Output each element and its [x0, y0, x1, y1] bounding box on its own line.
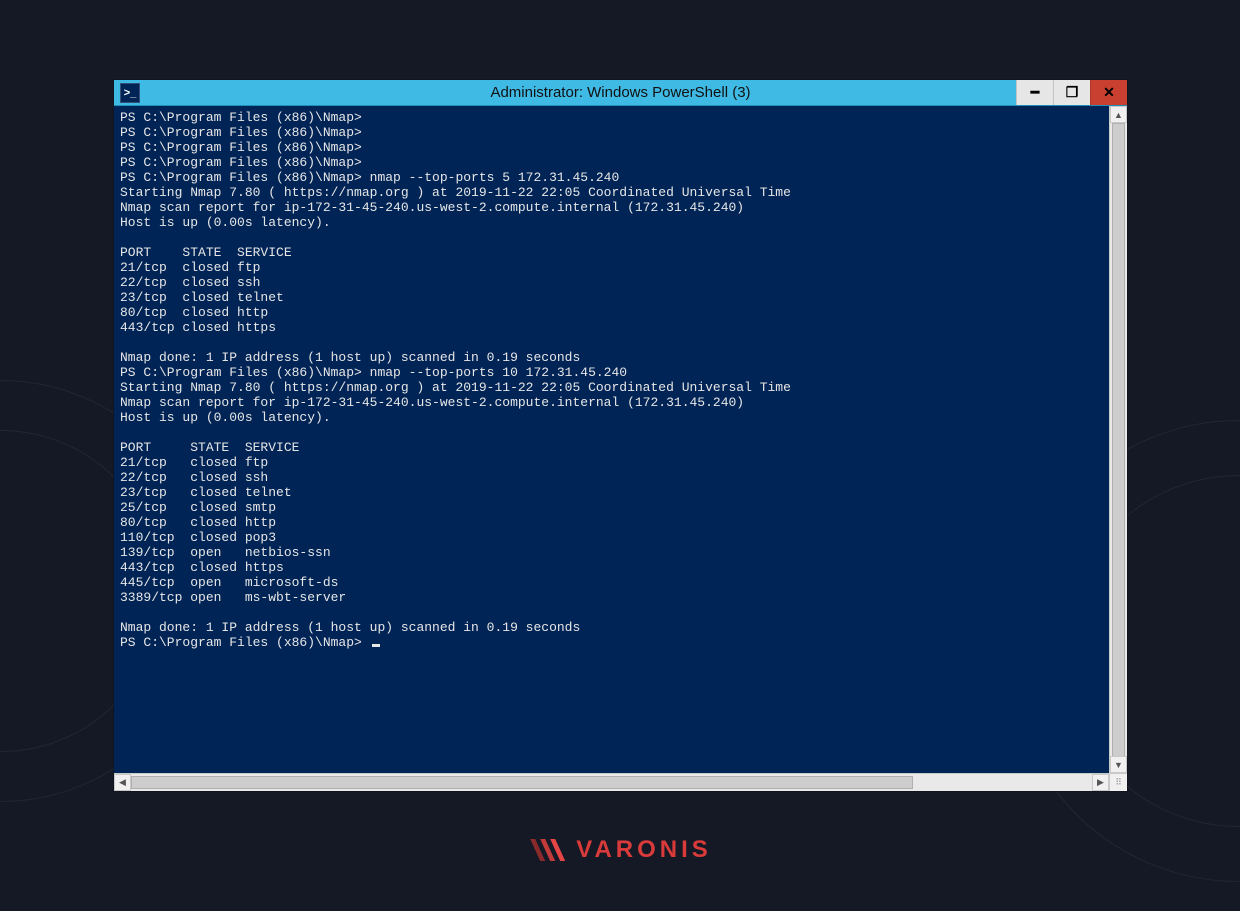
terminal-output[interactable]: PS C:\Program Files (x86)\Nmap> PS C:\Pr… — [114, 106, 1109, 773]
titlebar[interactable]: >_ Administrator: Windows PowerShell (3)… — [114, 80, 1127, 106]
close-button[interactable]: ✕ — [1090, 80, 1127, 105]
vertical-scroll-thumb[interactable] — [1112, 123, 1125, 765]
scroll-down-button[interactable]: ▼ — [1110, 756, 1127, 773]
horizontal-scrollbar[interactable]: ◀ ▶ ⠿ — [114, 773, 1127, 791]
terminal-prompt[interactable]: PS C:\Program Files (x86)\Nmap> — [120, 635, 370, 650]
scroll-right-button[interactable]: ▶ — [1092, 774, 1109, 791]
window-controls: ━ ❐ ✕ — [1016, 80, 1127, 105]
varonis-logo: VARONIS — [528, 835, 712, 865]
resize-grip-icon[interactable]: ⠿ — [1109, 774, 1127, 791]
horizontal-scroll-thumb[interactable] — [131, 776, 913, 789]
minimize-button[interactable]: ━ — [1016, 80, 1053, 105]
varonis-wordmark: VARONIS — [576, 836, 712, 864]
vertical-scrollbar[interactable]: ▲ ▼ — [1109, 106, 1127, 773]
powershell-window: >_ Administrator: Windows PowerShell (3)… — [114, 80, 1127, 791]
terminal-cursor — [372, 644, 380, 647]
powershell-icon: >_ — [120, 83, 140, 103]
client-area: PS C:\Program Files (x86)\Nmap> PS C:\Pr… — [114, 106, 1127, 791]
scroll-up-button[interactable]: ▲ — [1110, 106, 1127, 123]
window-title: Administrator: Windows PowerShell (3) — [114, 84, 1127, 101]
maximize-button[interactable]: ❐ — [1053, 80, 1090, 105]
scroll-left-button[interactable]: ◀ — [114, 774, 131, 791]
varonis-mark-icon — [528, 835, 568, 865]
horizontal-scroll-track[interactable] — [131, 774, 1092, 791]
